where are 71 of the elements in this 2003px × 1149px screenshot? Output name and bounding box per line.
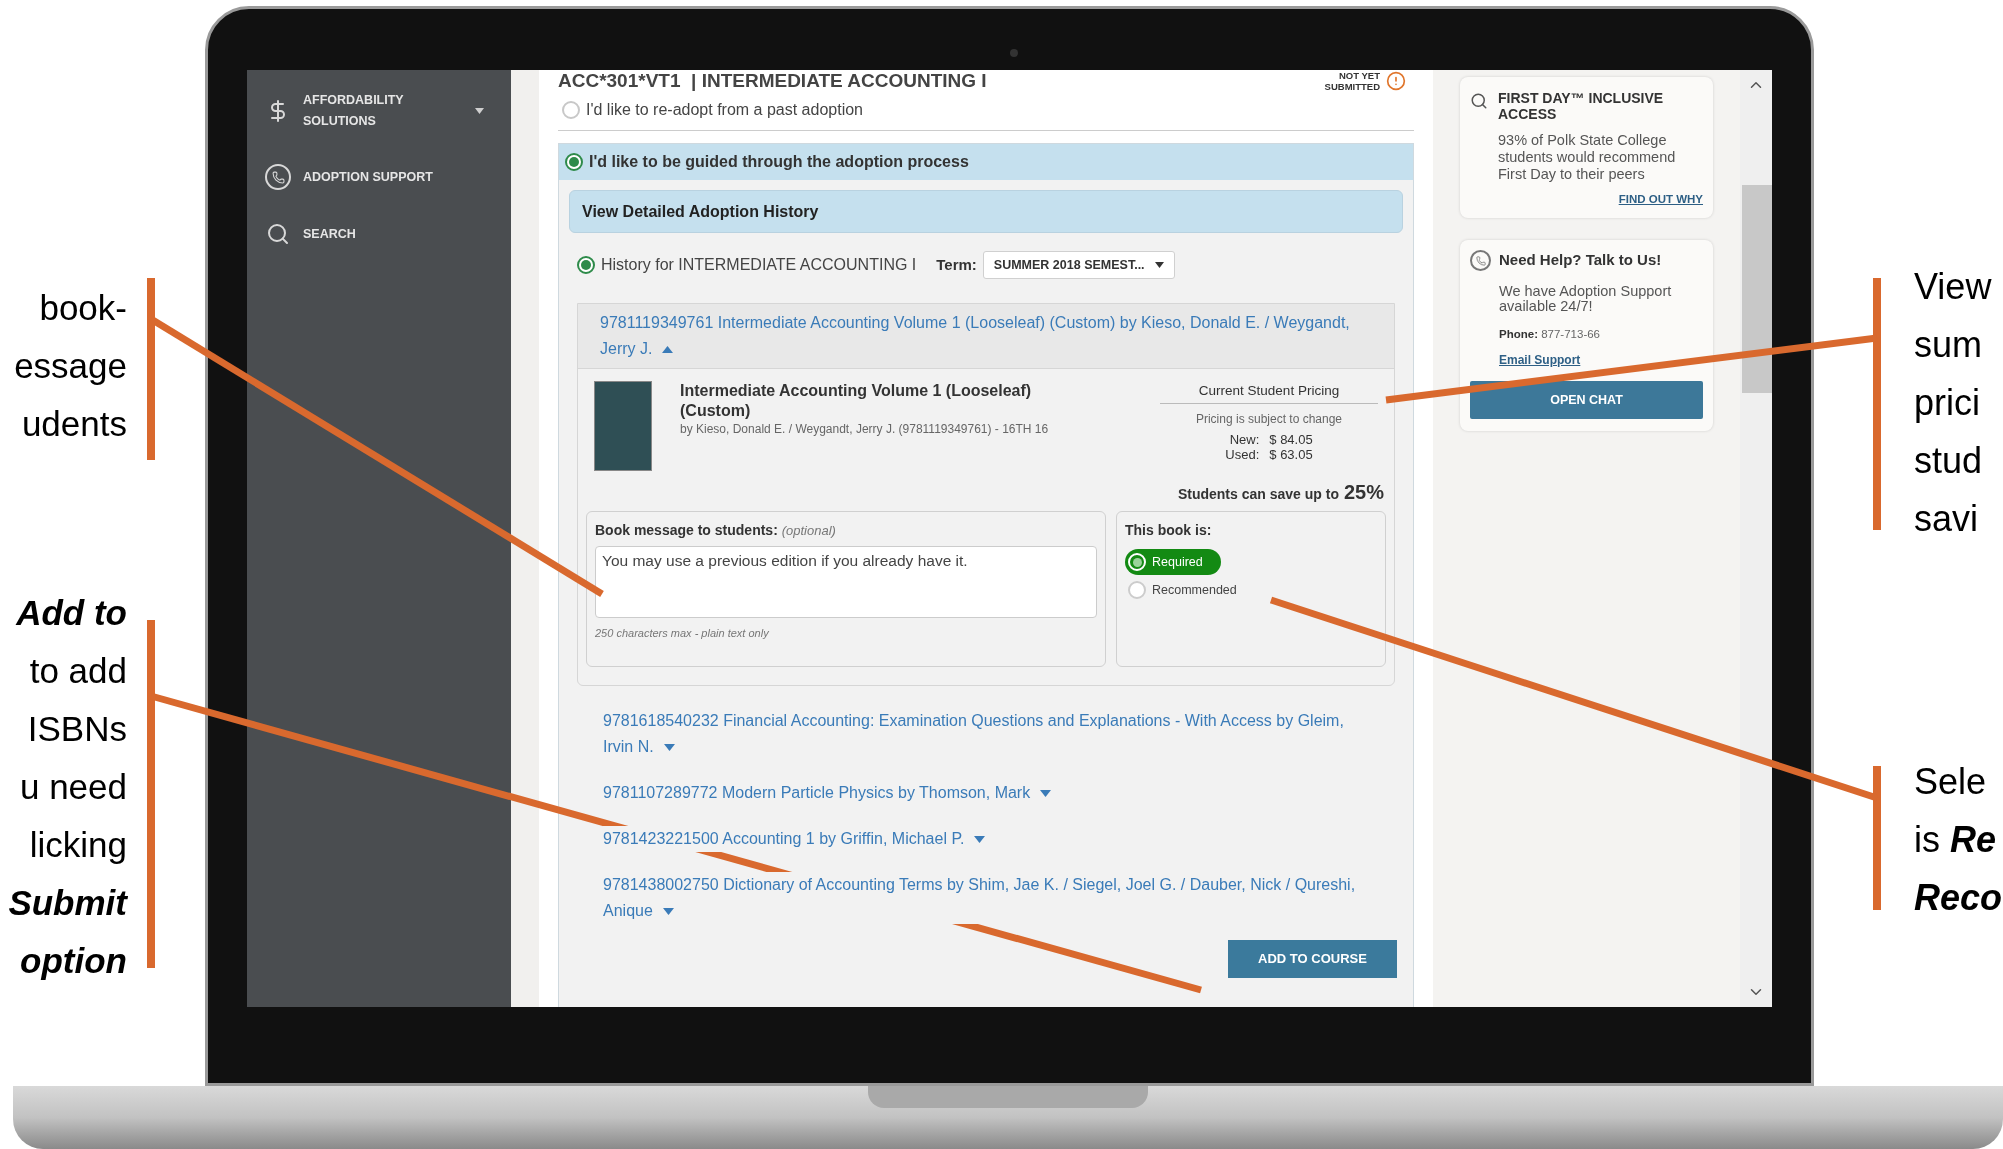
radio-button[interactable]: [565, 153, 583, 171]
book-byline: by Kieso, Donald E. / Weygandt, Jerry J. (9781119349761) - 16TH 16: [680, 421, 1050, 438]
annotation-text: is Re: [1914, 818, 1998, 862]
search-icon: [1470, 92, 1488, 110]
card-body: 93% of Polk State College students would recommend First Day to their peers: [1498, 132, 1677, 183]
submission-status: NOT YET SUBMITTED: [1324, 70, 1380, 92]
annotation-text: sum: [1914, 323, 1983, 367]
find-out-why-link[interactable]: FIND OUT WHY: [1618, 191, 1703, 209]
add-to-course-button[interactable]: ADD TO COURSE: [1228, 940, 1397, 978]
annotation-text: prici: [1914, 381, 1981, 425]
annotation-text: u need: [18, 766, 127, 808]
message-field[interactable]: You may use a previous edition if you already have it.: [595, 546, 1097, 618]
sidebar-item[interactable]: SEARCH: [303, 223, 443, 245]
book-status-option[interactable]: Recommended: [1125, 577, 1255, 603]
annotation-text: View: [1914, 265, 1993, 309]
open-chat-button[interactable]: OPEN CHAT: [1470, 381, 1703, 419]
course-title: ACC*301*VT1 | INTERMEDIATE ACCOUNTING I: [558, 70, 987, 92]
expand-caret-icon[interactable]: [663, 744, 675, 752]
price-label: Used:: [1225, 447, 1260, 463]
scrollbar-thumb[interactable]: [1742, 185, 1772, 393]
book-status-option[interactable]: Required: [1125, 549, 1221, 575]
message-label: Book message to students: (optional): [595, 521, 837, 540]
annotation-text: book-: [38, 287, 127, 329]
annotation-text: Submit: [7, 882, 127, 924]
card-title: Need Help? Talk to Us!: [1499, 250, 1662, 271]
scrollbar[interactable]: [1740, 70, 1772, 1007]
annotation-text: Reco: [1914, 876, 2003, 920]
dropdown-caret-icon[interactable]: [475, 108, 484, 114]
savings-value: 25%: [1343, 480, 1384, 505]
alert-icon: [1386, 71, 1406, 91]
collapse-caret-icon[interactable]: [662, 346, 674, 354]
search-icon: [266, 222, 290, 246]
radio-button[interactable]: [577, 256, 595, 274]
camera-icon: [1010, 49, 1018, 57]
annotation-text: udents: [20, 403, 127, 445]
character-limit-hint: 250 characters max - plain text only: [595, 626, 770, 641]
book-status-label: This book is:: [1125, 521, 1213, 540]
price-value: $ 84.05: [1269, 432, 1313, 448]
card-title: FIRST DAY™ INCLUSIVE ACCESS: [1498, 90, 1665, 122]
annotation-text: savi: [1914, 497, 1980, 541]
phone-number: Phone: 877-713-66: [1499, 326, 1601, 342]
expand-caret-icon[interactable]: [662, 908, 674, 916]
price-label: New:: [1228, 432, 1260, 448]
expand-caret-icon[interactable]: [974, 836, 986, 844]
phone-icon: [1470, 250, 1491, 271]
term-dropdown[interactable]: SUMMER 2018 SEMEST...: [982, 251, 1175, 279]
book-title: Intermediate Accounting Volume 1 (Looseleaf) (Custom): [680, 381, 1033, 421]
annotation-text: ISBNs: [26, 708, 127, 750]
sidebar-item[interactable]: AFFORDABILITY SOLUTIONS: [303, 90, 443, 132]
savings-text: Students can save up to: [1177, 485, 1339, 504]
email-support-link[interactable]: Email Support: [1499, 351, 1703, 369]
card-body: We have Adoption Support available 24/7!: [1499, 283, 1673, 314]
history-header[interactable]: View Detailed Adoption History: [569, 190, 1403, 233]
pricing-title: Current Student Pricing: [1160, 381, 1378, 405]
history-label[interactable]: History for INTERMEDIATE ACCOUNTING I: [601, 253, 917, 277]
annotation-text: licking: [28, 824, 127, 866]
pricing-note: Pricing is subject to change: [1195, 411, 1343, 429]
phone-icon: [265, 164, 291, 190]
dropdown-caret-icon: [1154, 262, 1164, 268]
sidebar-item[interactable]: ADOPTION SUPPORT: [303, 166, 443, 188]
option-label[interactable]: I'd like to re-adopt from a past adoption: [586, 98, 863, 122]
annotation-text: to add: [28, 650, 127, 692]
annotation-text: stud: [1914, 439, 1984, 483]
annotation-text: option: [19, 940, 127, 982]
expand-caret-icon[interactable]: [1040, 790, 1052, 798]
price-value: $ 63.05: [1269, 447, 1313, 463]
term-label: Term:: [936, 254, 977, 275]
annotation-text: Add to: [14, 592, 127, 634]
radio-button[interactable]: [562, 101, 580, 119]
annotation-text: essage: [13, 345, 127, 387]
annotation-text: Sele: [1914, 760, 1988, 804]
